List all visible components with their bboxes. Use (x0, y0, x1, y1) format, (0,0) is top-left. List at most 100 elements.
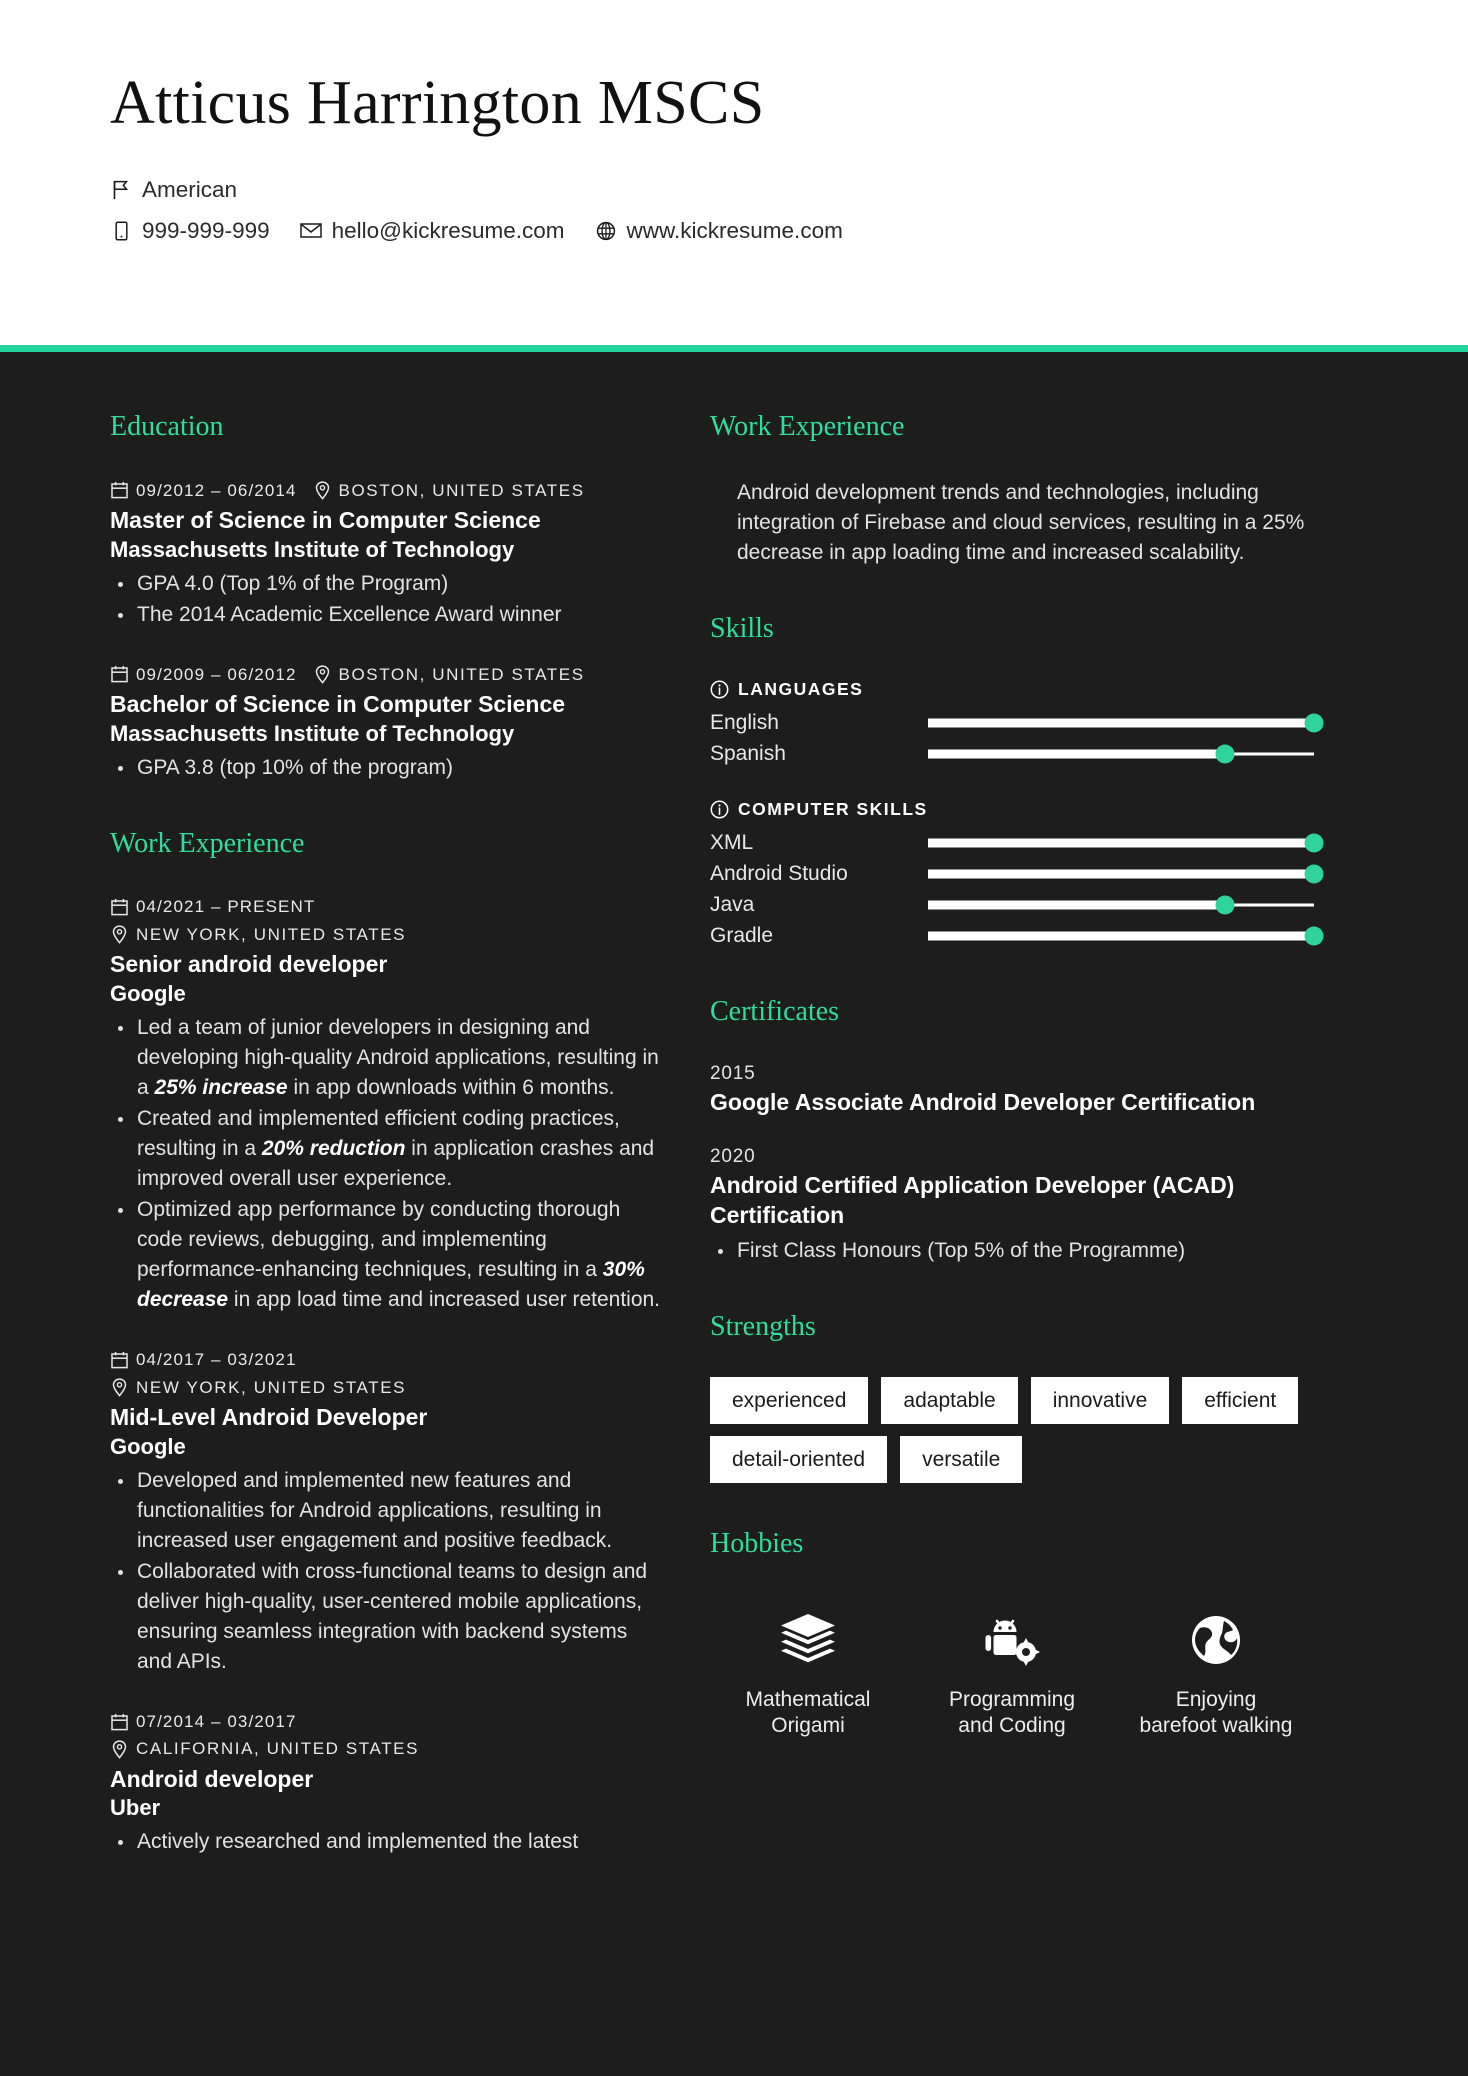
meta-loc-text: NEW YORK, UNITED STATES (136, 924, 407, 944)
skill-bar-knob[interactable] (1215, 895, 1235, 915)
skill-level-bar[interactable] (928, 832, 1324, 854)
location-pin-icon (110, 925, 129, 945)
work-entry: 04/2021 – PRESENT NEW YORK, UNITED STATES… (110, 894, 666, 1315)
list-item: The 2014 Academic Excellence Award winne… (110, 600, 666, 630)
section-title-work-experience: Work Experience (110, 827, 305, 859)
certificate-bullet-list: First Class Honours (Top 5% of the Progr… (710, 1236, 1314, 1266)
skill-level-bar[interactable] (928, 894, 1314, 916)
skill-name: English (710, 711, 779, 735)
right-column: Work Experience Android development tren… (710, 410, 1324, 1739)
section-title-work-experience-continued: Work Experience (710, 411, 905, 442)
entry-meta-date-row: 04/2017 – 03/2021 (110, 1347, 666, 1373)
skill-group: COMPUTER SKILLS XML Android Studio Java Grad… (710, 799, 1324, 951)
skill-bar-knob[interactable] (1304, 833, 1324, 853)
bullet-emphasis: 25% increase (154, 1076, 288, 1100)
globe-icon (595, 219, 617, 243)
list-item: GPA 3.8 (top 10% of the program) (110, 753, 666, 783)
work-entry: 04/2017 – 03/2021 NEW YORK, UNITED STATES… (110, 1347, 666, 1677)
skill-bar-fill (928, 718, 1314, 728)
calendar-icon (110, 1712, 129, 1732)
certificate-year: 2020 (710, 1145, 756, 1167)
skill-row: Spanish (710, 738, 1314, 769)
education-entry: 09/2009 – 06/2012 BOSTON, UNITED STATES Ba… (110, 662, 666, 783)
info-circle-icon (710, 800, 729, 819)
meta-date: 09/2009 – 06/2012 (110, 662, 297, 688)
strength-tag: versatile (900, 1436, 1023, 1484)
contact-nationality-text: American (142, 177, 238, 203)
skill-bar-knob[interactable] (1304, 713, 1324, 733)
resume-header: Atticus Harrington MSCS American 999-999… (0, 0, 1468, 345)
skill-name: Java (710, 893, 755, 917)
resume-body: Education 09/2012 – 06/2014 BOSTON, UNITE… (0, 352, 1468, 2076)
section-education: Education 09/2012 – 06/2014 BOSTON, UNITE… (110, 410, 666, 783)
entry-bullet-list: GPA 4.0 (Top 1% of the Program) The 2014 … (110, 569, 666, 630)
list-item: First Class Honours (Top 5% of the Progr… (710, 1236, 1314, 1266)
education-entry: 09/2012 – 06/2014 BOSTON, UNITED STATES Ma… (110, 478, 666, 630)
skill-row: Gradle (710, 920, 1324, 951)
entry-meta-date-row: 04/2021 – PRESENT (110, 894, 666, 920)
skill-bar-fill (928, 749, 1226, 759)
skill-row: English (710, 707, 1324, 738)
skill-name: Gradle (710, 924, 774, 948)
flag-icon (110, 178, 132, 202)
contact-line-details: 999-999-999 hello@kickresume.com www.kic… (110, 214, 1358, 248)
hobby-label: Enjoying barefoot walking (1139, 1687, 1293, 1737)
entry-title: Android developer (110, 1765, 314, 1792)
section-work-experience-continued: Work Experience Android development tren… (710, 410, 1314, 568)
list-item: Actively researched and implemented the … (110, 1827, 666, 1857)
skill-level-bar[interactable] (928, 925, 1324, 947)
contact-email[interactable]: hello@kickresume.com (299, 214, 565, 248)
entry-bullet-list: Developed and implemented new features a… (110, 1466, 666, 1677)
envelope-icon (299, 219, 322, 243)
meta-loc: NEW YORK, UNITED STATES (110, 1375, 406, 1401)
entry-meta-row: 09/2012 – 06/2014 BOSTON, UNITED STATES (110, 478, 666, 504)
section-title-skills: Skills (710, 612, 774, 644)
entry-organization: Massachusetts Institute of Technology (110, 720, 515, 746)
entry-meta-date-row: 07/2014 – 03/2017 (110, 1709, 666, 1735)
contact-website[interactable]: www.kickresume.com (595, 214, 843, 248)
contact-phone[interactable]: 999-999-999 (110, 214, 270, 248)
section-certificates: Certificates 2015 Google Associate Androi… (710, 995, 1314, 1265)
skill-bar-knob[interactable] (1304, 864, 1324, 884)
entry-meta-location-row: NEW YORK, UNITED STATES (110, 922, 666, 948)
entry-meta-location-row: CALIFORNIA, UNITED STATES (110, 1736, 666, 1762)
contact-email-text: hello@kickresume.com (331, 218, 565, 244)
meta-date-text: 04/2021 – PRESENT (136, 897, 316, 917)
entry-title: Bachelor of Science in Computer Science (110, 691, 566, 718)
location-pin-icon (110, 1739, 129, 1759)
resume-page: Atticus Harrington MSCS American 999-999… (0, 0, 1468, 2076)
strength-tag: efficient (1182, 1377, 1299, 1425)
entry-organization: Google (110, 980, 186, 1006)
section-hobbies: Hobbies Mathematical Origami Programming … (710, 1527, 1314, 1739)
skill-group-label: COMPUTER SKILLS (738, 799, 928, 820)
list-item: Optimized app performance by conducting … (110, 1195, 666, 1315)
layers-icon (728, 1609, 888, 1671)
skill-bar-knob[interactable] (1215, 744, 1235, 764)
section-skills: Skills LANGUAGES English Spanish COMPUTER S… (710, 612, 1324, 952)
section-strengths: Strengths experienced adaptable innovative… (710, 1310, 1314, 1484)
skill-row: Android Studio (710, 858, 1324, 889)
contact-phone-text: 999-999-999 (142, 218, 270, 244)
location-pin-icon (110, 1377, 129, 1397)
android-gear-icon (932, 1609, 1092, 1671)
calendar-icon (110, 897, 129, 917)
phone-icon (110, 219, 132, 243)
contact-line-nationality: American (110, 173, 1358, 207)
hobby-item: Mathematical Origami (728, 1609, 888, 1740)
skill-level-bar[interactable] (928, 743, 1314, 765)
certificate-year: 2015 (710, 1062, 756, 1084)
entry-title: Senior android developer (110, 951, 388, 978)
meta-loc-text: CALIFORNIA, UNITED STATES (136, 1739, 420, 1759)
certificate-list: 2015 Google Associate Android Developer C… (710, 1063, 1314, 1266)
skill-level-bar[interactable] (928, 712, 1324, 734)
section-work-experience-left: Work Experience 04/2021 – PRESENT NEW YOR… (110, 827, 666, 1858)
meta-loc: NEW YORK, UNITED STATES (110, 922, 406, 948)
entry-meta-row: 09/2009 – 06/2012 BOSTON, UNITED STATES (110, 662, 666, 688)
list-item: Developed and implemented new features a… (110, 1466, 666, 1556)
location-pin-icon (313, 480, 332, 500)
skill-row: Java (710, 889, 1314, 920)
skill-bar-knob[interactable] (1304, 926, 1324, 946)
section-title-strengths: Strengths (710, 1310, 816, 1342)
skill-level-bar[interactable] (928, 863, 1324, 885)
meta-loc: BOSTON, UNITED STATES (313, 662, 585, 688)
